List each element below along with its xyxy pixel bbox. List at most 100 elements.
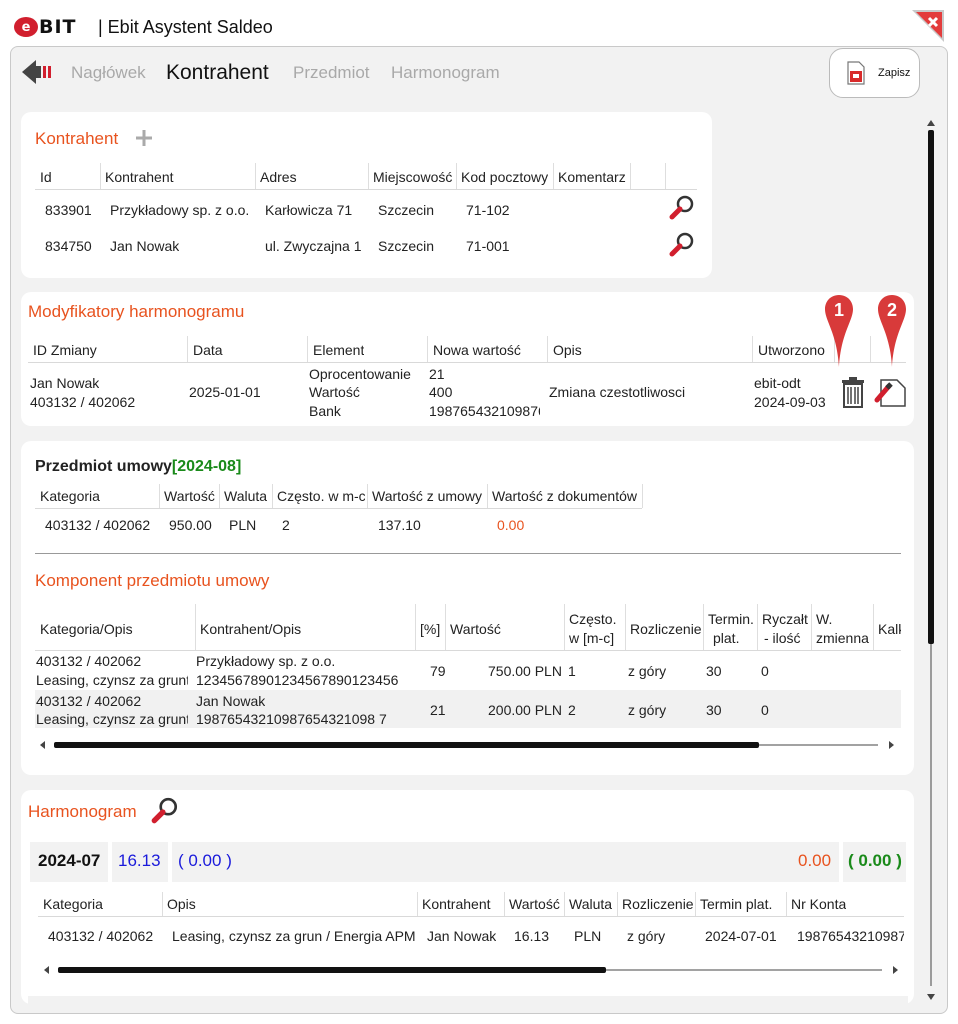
col-header-komentarz[interactable]: Komentarz — [558, 169, 626, 185]
cell-val: 750.00 PLN — [488, 663, 562, 679]
col-header-kategoria-opis[interactable]: Kategoria/Opis — [40, 621, 133, 637]
tab-naglowek[interactable]: Nagłówek — [71, 63, 146, 83]
col-divider — [703, 604, 704, 650]
add-icon[interactable] — [134, 128, 154, 148]
cell-cz: 2 — [568, 702, 576, 718]
cell-term: 30 — [706, 702, 722, 718]
back-arrow-icon[interactable] — [22, 58, 54, 86]
next-row-hint — [28, 996, 908, 1004]
scroll-thumb — [928, 130, 934, 644]
col-divider — [255, 163, 256, 189]
cell-opis: Leasing, czynsz za grun / Energia APM — [172, 928, 416, 944]
cell-czesto: 2 — [282, 517, 290, 533]
col-header-procent[interactable]: [%] — [420, 621, 440, 637]
scroll-thumb — [58, 967, 606, 973]
col-header-z-umowy[interactable]: Wartość z umowy — [372, 488, 482, 504]
cell-adres: ul. Zwyczajna 1 — [265, 238, 362, 254]
cell-created-2: 2024-09-03 — [754, 394, 826, 410]
col-header-z-dokumentow[interactable]: Wartość z dokumentów — [492, 488, 637, 504]
cell-roz: z góry — [628, 702, 667, 718]
scroll-left-arrow-icon — [40, 741, 45, 749]
col-header-kategoria[interactable]: Kategoria — [43, 896, 103, 912]
cell-element-2: Wartość — [309, 384, 360, 400]
col-divider — [367, 484, 368, 508]
col-header-rozliczenie[interactable]: Rozliczenie — [622, 896, 694, 912]
col-header-kontrahent[interactable]: Kontrahent — [422, 896, 491, 912]
trash-icon[interactable] — [840, 376, 866, 408]
col-divider — [445, 604, 446, 650]
przedmiot-header-line — [35, 508, 642, 509]
col-divider — [162, 892, 163, 916]
harmonogram-amount: 16.13 — [118, 851, 161, 870]
vertical-scrollbar[interactable] — [924, 118, 938, 1002]
col-header-czesto-2[interactable]: w [m-c] — [569, 630, 614, 646]
col-header-opis[interactable]: Opis — [553, 342, 582, 358]
col-header-miejscowosc[interactable]: Miejscowość — [373, 169, 452, 185]
col-header-waluta[interactable]: Waluta — [224, 488, 267, 504]
col-header-adres[interactable]: Adres — [260, 169, 297, 185]
col-header-kalk[interactable]: Kalk — [878, 621, 901, 637]
col-header-kod[interactable]: Kod pocztowy — [461, 169, 548, 185]
col-divider — [752, 336, 753, 362]
edit-document-icon[interactable] — [873, 374, 907, 408]
cell-waluta: PLN — [574, 928, 602, 944]
close-icon[interactable] — [912, 8, 946, 42]
col-header-kontrahent[interactable]: Kontrahent — [105, 169, 174, 185]
tab-kontrahent[interactable]: Kontrahent — [166, 61, 269, 85]
cell-element-1: Oprocentowanie — [309, 366, 411, 382]
search-icon[interactable] — [668, 231, 696, 259]
col-header-kategoria[interactable]: Kategoria — [40, 488, 100, 504]
harmonogram-period-bar[interactable] — [30, 842, 906, 882]
col-header-kontrahent-opis[interactable]: Kontrahent/Opis — [200, 621, 301, 637]
col-header-ryczalt-2[interactable]: - ilość — [764, 630, 801, 646]
col-divider — [873, 604, 874, 650]
col-header-element[interactable]: Element — [313, 342, 364, 358]
harmonogram-horizontal-scrollbar[interactable] — [40, 964, 902, 976]
col-divider — [811, 604, 812, 650]
col-header-nr-konta[interactable]: Nr Konta — [791, 896, 846, 912]
col-header-wzmienna-2[interactable]: zmienna — [816, 630, 869, 646]
tab-harmonogram[interactable]: Harmonogram — [391, 63, 500, 83]
col-header-rozliczenie[interactable]: Rozliczenie — [630, 621, 702, 637]
col-header-czesto[interactable]: Często. w m-c — [277, 488, 365, 504]
col-header-waluta[interactable]: Waluta — [569, 896, 612, 912]
col-header-utworzono[interactable]: Utworzono — [758, 342, 825, 358]
col-header-termin[interactable]: Termin plat. — [700, 896, 772, 912]
cell-rycz: 0 — [761, 663, 769, 679]
col-divider — [195, 604, 196, 650]
col-header-wartosc[interactable]: Wartość — [164, 488, 215, 504]
col-divider — [272, 484, 273, 508]
col-divider — [625, 604, 626, 650]
save-button[interactable]: Zapisz — [829, 48, 920, 98]
ebit-logo: e BIT — [14, 16, 77, 38]
col-header-nowa-wartosc[interactable]: Nowa wartość — [433, 342, 521, 358]
col-header-termin-1[interactable]: Termin. — [708, 611, 754, 627]
col-divider — [368, 163, 369, 189]
cell-id: 833901 — [45, 202, 92, 218]
col-header-wzmienna-1[interactable]: W. — [816, 611, 832, 627]
col-divider — [417, 892, 418, 916]
cell-roz: z góry — [628, 663, 667, 679]
col-header-ryczalt-1[interactable]: Ryczałt — [762, 611, 808, 627]
cell-kat2: Leasing, czynsz za grunt / Energia APM — [36, 672, 188, 688]
modyfikatory-header-line — [28, 362, 906, 363]
cell-value-2: 400 — [429, 384, 453, 400]
col-header-czesto-1[interactable]: Często. — [569, 611, 616, 627]
col-header-wartosc[interactable]: Wartość — [450, 621, 501, 637]
tab-przedmiot[interactable]: Przedmiot — [293, 63, 370, 83]
cell-element-3: Bank — [309, 403, 341, 419]
search-icon[interactable] — [150, 796, 180, 826]
col-divider — [456, 163, 457, 189]
col-header-wartosc[interactable]: Wartość — [509, 896, 560, 912]
col-header-id-zmiany[interactable]: ID Zmiany — [33, 342, 97, 358]
col-divider — [100, 163, 101, 189]
harmonogram-amount-orange: 0.00 — [798, 851, 832, 870]
marker-2-label: 2 — [887, 300, 897, 320]
col-header-id[interactable]: Id — [40, 169, 52, 185]
search-icon[interactable] — [668, 194, 696, 222]
col-header-termin-2[interactable]: plat. — [713, 630, 739, 646]
col-header-opis[interactable]: Opis — [167, 896, 196, 912]
col-divider — [665, 163, 666, 189]
col-header-data[interactable]: Data — [193, 342, 223, 358]
komponent-horizontal-scrollbar[interactable] — [36, 739, 898, 751]
